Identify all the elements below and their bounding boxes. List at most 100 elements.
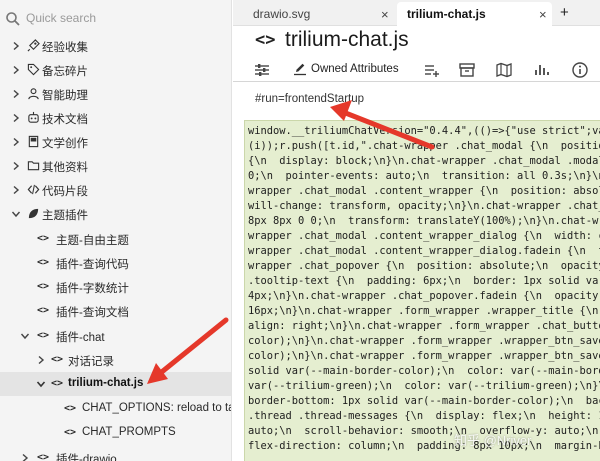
chevron-right-icon[interactable] [11, 41, 21, 51]
archive-icon[interactable] [458, 61, 476, 79]
code-line: will-change: transform, opacity;\n}\n.ch… [248, 200, 600, 212]
watermark: 知乎 @Nriver [454, 433, 532, 448]
code-line: wrapper .chat_modal .content_wrapper {\n… [248, 185, 600, 197]
tree-item-literature[interactable]: 文学创作 [0, 130, 231, 154]
code-line: {\n display: block;\n}\n.chat-wrapper .c… [248, 155, 600, 167]
code-line: 0;\n pointer-events: auto;\n transition:… [248, 170, 600, 182]
tree-item-code-snippets[interactable]: 代码片段 [0, 178, 231, 202]
tree-item-memo[interactable]: 备忘碎片 [0, 58, 231, 82]
chevron-right-icon[interactable] [36, 355, 46, 365]
tree-item-experience[interactable]: 经验收集 [0, 34, 231, 58]
chevron-right-icon[interactable] [11, 161, 21, 171]
tree-item-label: CHAT_PROMPTS [82, 426, 176, 438]
code-file-icon: <> [37, 233, 50, 244]
tree-item-label: trilium-chat.js [68, 377, 144, 389]
close-icon[interactable]: × [539, 7, 547, 22]
tree-item-label: 文学创作 [42, 138, 88, 150]
chevron-right-icon[interactable] [20, 453, 30, 461]
folder-icon [27, 161, 40, 171]
code-file-icon: <> [37, 330, 50, 341]
code-line: color);\n}\n.chat-wrapper .form_wrapper … [248, 335, 600, 347]
tree-item-label: 经验收集 [42, 42, 88, 54]
add-list-icon[interactable] [423, 61, 441, 79]
tree-item-tech-docs[interactable]: 技术文档 [0, 106, 231, 130]
note-title[interactable]: trilium-chat.js [285, 28, 409, 52]
info-icon[interactable] [571, 61, 589, 79]
code-line: border-bottom: 1px solid var(--main-bord… [248, 395, 600, 407]
chevron-right-icon[interactable] [11, 137, 21, 147]
tree-item-chat-prompts[interactable]: <> CHAT_PROMPTS [0, 421, 231, 445]
ribbon-toolbar: Owned Attributes [233, 58, 600, 82]
tree-item-label: CHAT_OPTIONS: reload to take effect [82, 402, 231, 414]
close-icon[interactable]: × [381, 7, 389, 22]
code-line: (i));r.push([t.id,".chat-wrapper .chat_m… [248, 140, 600, 152]
tree-item-label: 插件-chat [56, 332, 105, 344]
code-line: .tooltip-text {\n padding: 6px;\n border… [248, 275, 600, 287]
code-file-icon: <> [37, 257, 50, 268]
code-line: wrapper .chat_modal .content_wrapper_dia… [248, 230, 600, 242]
sliders-icon[interactable] [253, 61, 271, 79]
quick-search[interactable]: Quick search [0, 8, 231, 30]
new-tab-button[interactable]: + [560, 4, 569, 21]
pen-list-icon [294, 63, 306, 76]
owned-attributes-label: Owned Attributes [311, 63, 399, 75]
tree-item-trilium-chat-js[interactable]: <> trilium-chat.js [0, 372, 231, 396]
code-note-icon[interactable]: <> [255, 30, 275, 50]
tree-item-label: 主题插件 [42, 210, 88, 222]
code-icon [27, 184, 40, 195]
tree-item-plugin-drawio[interactable]: <> 插件-drawio [0, 446, 231, 461]
chevron-down-icon[interactable] [20, 331, 30, 341]
tree-item-label: 智能助理 [42, 90, 88, 102]
tag-icon [27, 63, 40, 76]
code-line: color);\n}\n.chat-wrapper .form_wrapper … [248, 350, 600, 362]
quick-search-placeholder: Quick search [26, 11, 97, 25]
tab-trilium-chat-js[interactable]: trilium-chat.js × [397, 2, 552, 26]
leaf-icon [28, 208, 39, 219]
code-editor[interactable]: window.__triliumChatVersion="0.4.4",(()=… [244, 120, 600, 461]
map-icon[interactable] [495, 61, 513, 79]
code-line: solid var(--main-border-color);\n color:… [248, 365, 600, 377]
chevron-right-icon[interactable] [11, 113, 21, 123]
tree-item-chat-history[interactable]: <> 对话记录 [0, 348, 231, 372]
code-line: wrapper .chat_modal .content_wrapper_dia… [248, 245, 600, 257]
tree-item-label: 插件-drawio [56, 454, 117, 461]
tree-item-chat-options[interactable]: <> CHAT_OPTIONS: reload to take effect [0, 397, 231, 421]
book-icon [28, 135, 39, 148]
rocket-icon [27, 39, 40, 52]
chevron-right-icon[interactable] [11, 65, 21, 75]
code-line: 16px;\n}\n.chat-wrapper .form_wrapper .w… [248, 305, 600, 317]
chevron-down-icon[interactable] [36, 379, 46, 389]
code-line: 8px 8px 0 0;\n transform: translateY(100… [248, 215, 600, 227]
tree-item-themes-plugins[interactable]: 主题插件 [0, 202, 231, 226]
tree-item-query-code[interactable]: <> 插件-查询代码 [0, 251, 231, 275]
tree-item-label: 插件-查询代码 [56, 259, 129, 271]
attribute-editor[interactable]: #run=frontendStartup [255, 93, 364, 105]
chevron-right-icon[interactable] [11, 89, 21, 99]
code-line: window.__triliumChatVersion="0.4.4",(()=… [248, 125, 600, 137]
tree-item-label: 技术文档 [42, 114, 88, 126]
code-line: 4px;\n}\n.chat-wrapper .chat_popover.fad… [248, 290, 600, 302]
search-icon [6, 12, 20, 26]
tree-item-other[interactable]: 其他资料 [0, 154, 231, 178]
tab-drawio-svg[interactable]: drawio.svg × [243, 2, 393, 26]
robot-icon [28, 111, 39, 123]
tab-label: trilium-chat.js [407, 7, 486, 21]
tree-item-plugin-chat[interactable]: <> 插件-chat [0, 324, 231, 348]
code-line: align: right;\n}\n.chat-wrapper .form_wr… [248, 320, 600, 332]
code-line: .thread .thread-messages {\n display: fl… [248, 410, 600, 422]
code-line: wrapper .chat_popover {\n position: abso… [248, 260, 600, 272]
tab-label: drawio.svg [253, 7, 311, 21]
chevron-down-icon[interactable] [11, 209, 21, 219]
code-line: auto;\n scroll-behavior: smooth;\n overf… [248, 425, 600, 437]
tree-item-assistant[interactable]: 智能助理 [0, 82, 231, 106]
code-file-icon: <> [51, 378, 64, 389]
chevron-right-icon[interactable] [11, 185, 21, 195]
bar-chart-icon[interactable] [532, 61, 550, 79]
tree-item-label: 插件-查询文档 [56, 307, 129, 319]
tree-item-query-docs[interactable]: <> 插件-查询文档 [0, 299, 231, 323]
tree-item-word-count[interactable]: <> 插件-字数统计 [0, 275, 231, 299]
code-file-icon: <> [37, 452, 50, 461]
code-file-icon: <> [37, 281, 50, 292]
note-title-row: <> trilium-chat.js [233, 28, 600, 58]
tree-item-free-theme[interactable]: <> 主题-自由主题 [0, 227, 231, 251]
